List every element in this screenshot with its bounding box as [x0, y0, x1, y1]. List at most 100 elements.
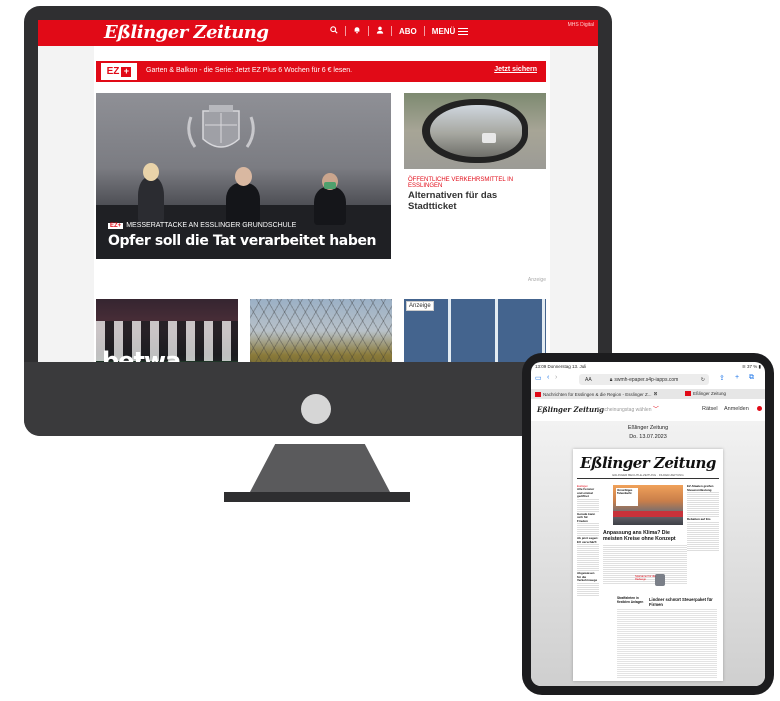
promo-banner[interactable]: EZ + Garten & Balkon - die Serie: Jetzt … [96, 61, 546, 82]
text-lines [687, 492, 719, 518]
side-story-image [404, 93, 546, 169]
external-link[interactable]: MHS Digital [568, 22, 594, 28]
person-left [138, 177, 164, 223]
abo-link[interactable]: ABO [399, 27, 417, 36]
new-tab-icon[interactable]: + [735, 374, 739, 381]
notification-dot [757, 406, 762, 411]
ez-plus-mini-badge: EZ+ [108, 222, 124, 229]
tile-football-sponsor: betwa [102, 347, 181, 362]
newspaper-subtitle: EßLINGER BECHTLE-ZEITUNG · FILDER-ZEITUN… [612, 473, 684, 477]
promo-text: Garten & Balkon - die Serie: Jetzt EZ Pl… [146, 67, 353, 74]
ad-label: Anzeige [527, 277, 546, 283]
sidebar-icon[interactable]: ▭ [535, 374, 542, 382]
share-icon[interactable]: ⇪ [719, 374, 725, 382]
ez-badge-text: EZ [106, 66, 120, 77]
person-center [226, 183, 260, 223]
status-bar: 13:09 Donnerstag 13. Juli ≋ 37 % ▮ [531, 362, 765, 372]
header-divider [423, 26, 425, 36]
tabs-icon[interactable]: ⧉ [749, 374, 754, 382]
publication-date: Do. 13.07.2023 [629, 434, 667, 440]
text-lines [577, 544, 599, 558]
hero-title[interactable]: Opfer soll die Tat verarbeitet haben [108, 233, 377, 249]
raetsel-link[interactable]: Rätsel [702, 406, 718, 412]
tab-favicon [535, 391, 541, 397]
left-headline-4: Abgewiesen für die Verkehrswege [577, 571, 598, 582]
browser-tabs: Nachrichten für Esslingen & die Region -… [531, 389, 765, 399]
masthead-rule [577, 478, 719, 479]
newspaper-left-column: Esslingen Alle Fenster und einmal geöffn… [577, 485, 599, 597]
tile-football[interactable]: betwa [96, 299, 238, 362]
status-time: 13:09 Donnerstag 13. Juli [535, 364, 587, 369]
chevron-down-icon: ﹀ [652, 407, 659, 413]
status-battery: ≋ 37 % ▮ [741, 364, 761, 369]
newspaper-masthead: Eßlinger Zeitung [580, 454, 716, 472]
text-lines [577, 523, 599, 537]
battery-icon: ▮ [758, 364, 761, 369]
site-page: EZ + Garten & Balkon - die Serie: Jetzt … [94, 46, 550, 362]
train [613, 511, 683, 517]
menu-label: MENÜ [431, 26, 456, 36]
reader-aa[interactable]: AA [585, 377, 592, 383]
imac-logo-dot [301, 394, 331, 424]
login-link[interactable]: Anmelden [724, 406, 749, 412]
state-coat-of-arms-icon [187, 105, 255, 148]
newspaper-page[interactable]: Eßlinger Zeitung EßLINGER BECHTLE-ZEITUN… [573, 449, 723, 681]
browser-toolbar: ▭ ‹ › AA 🔒︎ swmh-epaper.s4p-iapps.com ↻ … [531, 372, 765, 388]
newspaper-headline-2: Lindner schnürt Steuerpaket für Firmen [649, 597, 713, 607]
search-icon[interactable] [330, 26, 338, 36]
left-headline-1: Alle Fenster und einmal geöffnet [577, 487, 595, 498]
imac-screen: Eßlinger Zeitung ABO MENÜ MHS Digital EZ… [38, 20, 598, 362]
left-headline-3: Ab jetzt sagen: EU verschärft [577, 536, 599, 544]
promo-cta-link[interactable]: Jetzt sichern [494, 66, 537, 73]
forward-icon[interactable]: › [555, 374, 557, 381]
tab-favicon [685, 391, 691, 396]
newspaper-body-2 [617, 609, 717, 679]
close-icon[interactable]: ⊠ [654, 391, 658, 397]
mask [324, 182, 336, 189]
tile-fence[interactable] [250, 299, 392, 362]
browser-tab-2[interactable]: Eßlinger Zeitung [685, 391, 726, 396]
browser-tab-1[interactable]: Nachrichten für Esslingen & die Region -… [535, 391, 657, 397]
header-divider [391, 26, 392, 36]
person-right [314, 187, 346, 225]
epaper-logo[interactable]: Eßlinger Zeitung [537, 405, 604, 414]
reload-icon[interactable]: ↻ [701, 377, 705, 383]
newspaper-small-headline: Straffahrten in flexiblen Anlagen [617, 596, 644, 604]
back-icon[interactable]: ‹ [547, 374, 549, 381]
ez-plus-badge: EZ + [101, 63, 137, 80]
plus-icon: + [121, 66, 132, 77]
fence-mesh [250, 299, 392, 362]
date-selector[interactable]: Erscheinungstag wählen ﹀ [597, 404, 659, 413]
hero-story[interactable]: EZ+ MESSERATTACKE AN ESSLINGER GRUNDSCHU… [96, 93, 391, 259]
bell-icon[interactable] [353, 26, 361, 36]
address-bar[interactable]: AA 🔒︎ swmh-epaper.s4p-iapps.com ↻ [579, 374, 709, 385]
ad-badge: Anzeige [406, 301, 434, 311]
header-actions: ABO MENÜ [330, 26, 469, 36]
user-icon[interactable] [376, 26, 384, 36]
side-story[interactable]: ÖFFENTLICHE VERKEHRSMITTEL IN ESSLINGEN … [404, 93, 546, 259]
lock-icon: 🔒︎ [609, 376, 613, 383]
imac-stand [250, 444, 390, 492]
header-divider [345, 26, 346, 36]
epaper-nav: Eßlinger Zeitung Erscheinungstag wählen … [531, 399, 765, 422]
hamburger-icon [458, 27, 469, 35]
text-lines [687, 521, 719, 552]
address-text: swmh-epaper.s4p-iapps.com [614, 376, 679, 383]
mirror-bus [482, 133, 496, 143]
publication-name: Eßlinger Zeitung [627, 425, 669, 431]
header-divider [368, 26, 369, 36]
menu-button[interactable]: MENÜ [432, 27, 469, 36]
newspaper-right-column: EZ-Staaten greifen Steuerentlastung Deba… [687, 484, 719, 552]
person-left-head [143, 163, 159, 181]
text-lines [577, 558, 599, 572]
left-headline-2: Gerade kann sich für Frieden [577, 511, 596, 523]
person-center-head [235, 167, 252, 186]
tile-solar-ad[interactable]: Anzeige [404, 299, 546, 362]
side-story-title[interactable]: Alternativen für das Stadtticket [408, 190, 546, 212]
right-headline-1: EZ-Staaten greifen Steuerentlastung [687, 484, 714, 492]
imac-foot [224, 492, 410, 502]
site-logo[interactable]: Eßlinger Zeitung [104, 22, 269, 43]
mirror-glass [430, 105, 522, 157]
text-lines [577, 498, 599, 513]
newspaper-photo: Vorsichtiges Tatverdacht [613, 485, 683, 525]
